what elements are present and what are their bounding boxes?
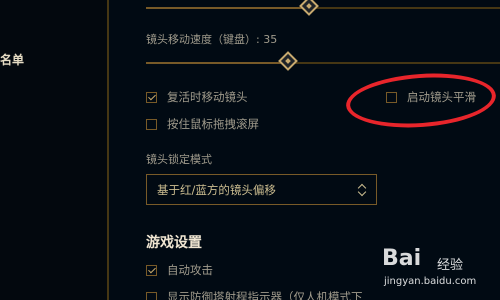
camera-speed-slider-thumb[interactable] bbox=[278, 51, 298, 71]
top-slider-thumb[interactable] bbox=[299, 0, 319, 16]
tower-range-checkbox[interactable] bbox=[146, 291, 157, 300]
select-arrows-icon bbox=[357, 183, 367, 197]
revive-move-camera-option[interactable]: 复活时移动镜头 bbox=[146, 89, 248, 105]
camera-lock-mode-value: 基于红/蓝方的镜头偏移 bbox=[157, 182, 276, 197]
top-slider[interactable] bbox=[146, 0, 500, 16]
nav-item-label[interactable]: 名单 bbox=[0, 51, 24, 68]
drag-scroll-checkbox[interactable] bbox=[146, 118, 157, 130]
camera-speed-label: 镜头移动速度（键盘）: 35 bbox=[146, 31, 277, 47]
camera-lock-mode-select[interactable]: 基于红/蓝方的镜头偏移 bbox=[146, 174, 377, 205]
baidu-watermark: Bai 经验 jingyan.baidu.com bbox=[382, 246, 500, 300]
auto-attack-label: 自动攻击 bbox=[167, 263, 213, 277]
settings-screen: 名单 镜头移动速度（键盘）: 35 复活时移动镜头 启动镜头平滑 按住鼠标拖拽滚… bbox=[0, 0, 500, 300]
watermark-site: jingyan.baidu.com bbox=[384, 276, 477, 287]
auto-attack-checkbox[interactable] bbox=[146, 264, 157, 276]
watermark-text: 经验 bbox=[437, 258, 464, 273]
left-nav-panel: 名单 bbox=[0, 0, 107, 300]
camera-speed-slider-fill bbox=[146, 62, 288, 64]
tower-range-label: 显示防御塔射程指示器（仅人机模式下 bbox=[167, 290, 363, 300]
drag-scroll-option[interactable]: 按住鼠标拖拽滚屏 bbox=[146, 116, 259, 132]
drag-scroll-label: 按住鼠标拖拽滚屏 bbox=[167, 117, 259, 131]
top-slider-fill bbox=[146, 7, 309, 9]
tower-range-option[interactable]: 显示防御塔射程指示器（仅人机模式下 bbox=[146, 289, 363, 300]
camera-speed-text: 镜头移动速度（键盘）: bbox=[146, 33, 264, 46]
auto-attack-option[interactable]: 自动攻击 bbox=[146, 262, 213, 278]
camera-speed-value: 35 bbox=[263, 33, 278, 46]
camera-lock-mode-label: 镜头锁定模式 bbox=[146, 153, 212, 166]
camera-speed-slider[interactable] bbox=[146, 51, 500, 71]
watermark-logo: Bai bbox=[382, 246, 422, 271]
game-settings-title: 游戏设置 bbox=[146, 235, 202, 251]
revive-move-camera-label: 复活时移动镜头 bbox=[167, 90, 248, 104]
revive-move-camera-checkbox[interactable] bbox=[146, 91, 157, 103]
